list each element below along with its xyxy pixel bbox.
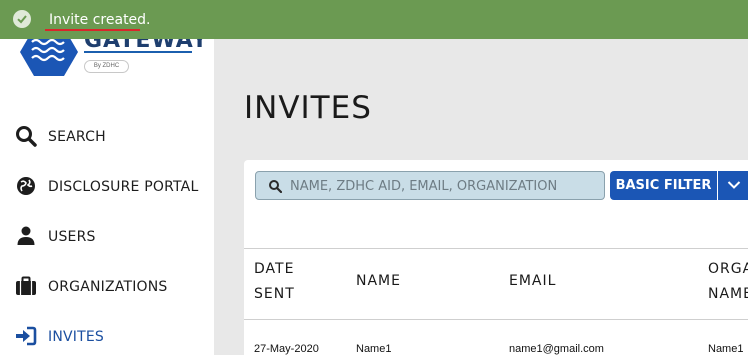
sidebar-item-label: ORGANIZATIONS: [48, 279, 168, 295]
table-top-divider: [244, 248, 748, 249]
sidebar-item-users[interactable]: USERS: [0, 220, 214, 252]
column-header-date-sent[interactable]: DATE SENT: [254, 257, 295, 307]
briefcase-icon: [16, 276, 36, 295]
sidebar-item-search[interactable]: SEARCH: [0, 120, 214, 152]
sidebar-item-label: INVITES: [48, 329, 104, 345]
cell-email: name1@gmail.com: [509, 343, 604, 355]
check-circle-icon: [13, 10, 31, 28]
sign-in-icon: [16, 326, 37, 346]
globe-icon: [17, 177, 35, 195]
success-toast: Invite created.: [0, 0, 748, 39]
cell-name: Name1: [356, 343, 392, 355]
sidebar-item-organizations[interactable]: ORGANIZATIONS: [0, 270, 214, 302]
column-header-email[interactable]: EMAIL: [509, 269, 556, 294]
chevron-down-icon: [727, 181, 741, 189]
filter-dropdown-toggle[interactable]: [718, 171, 748, 200]
search-icon: [269, 180, 282, 193]
search-field: [255, 171, 605, 200]
logo-tagline: By ZDHC: [84, 60, 129, 73]
cell-date-sent: 27-May-2020: [254, 343, 319, 355]
sidebar: GATEWAY By ZDHC SEARCH DISCLOSURE PORTAL…: [0, 0, 214, 355]
sidebar-item-label: USERS: [48, 229, 96, 245]
page-title: INVITES: [244, 90, 372, 126]
toast-message: Invite created.: [49, 12, 151, 28]
sidebar-item-invites[interactable]: INVITES: [0, 320, 214, 352]
user-icon: [17, 226, 35, 245]
basic-filter-button[interactable]: BASIC FILTER: [610, 171, 717, 200]
column-header-name[interactable]: NAME: [356, 269, 401, 294]
column-header-organization[interactable]: ORGA NAME: [708, 257, 748, 307]
toast-message-underline: [45, 29, 140, 31]
search-input[interactable]: [290, 175, 590, 197]
table-header-divider: [244, 319, 748, 320]
logo-underline: [84, 51, 192, 53]
sidebar-item-label: DISCLOSURE PORTAL: [48, 179, 199, 195]
invites-table-card: BASIC FILTER DATE SENT NAME EMAIL ORGA N…: [244, 160, 748, 355]
search-icon: [16, 126, 37, 147]
sidebar-item-label: SEARCH: [48, 129, 106, 145]
cell-organization: Name1: [708, 343, 744, 355]
sidebar-item-disclosure-portal[interactable]: DISCLOSURE PORTAL: [0, 170, 214, 202]
